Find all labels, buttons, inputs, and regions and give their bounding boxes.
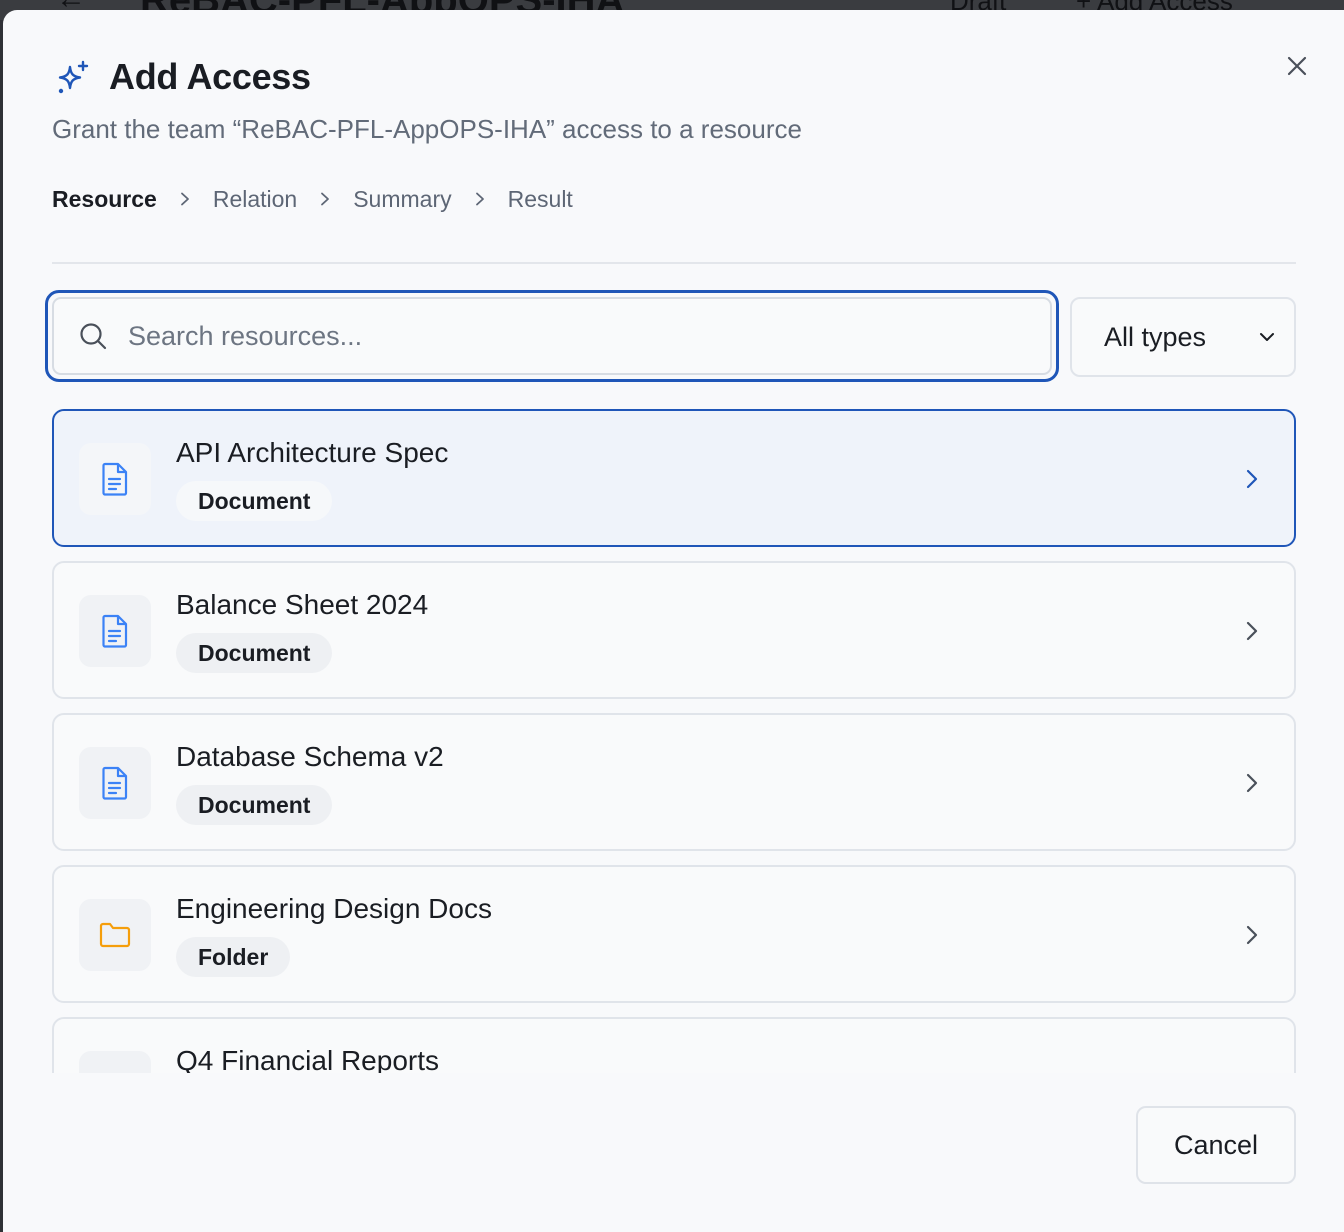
search-icon	[80, 323, 107, 350]
resource-type-badge: Document	[176, 481, 333, 521]
document-icon	[102, 614, 128, 648]
resource-type-badge: Folder	[176, 937, 291, 977]
resource-thumb	[79, 747, 151, 819]
step-relation: Relation	[212, 185, 298, 212]
add-access-dialog: Add Access Grant the team “ReBAC-PFL-App…	[3, 10, 1344, 1232]
resource-item-balance-sheet-2024[interactable]: Balance Sheet 2024 Document	[52, 561, 1296, 699]
search-input[interactable]	[126, 319, 930, 353]
chevron-down-icon	[1260, 333, 1274, 341]
chevron-right-icon	[470, 189, 490, 209]
type-filter-select[interactable]: All types	[1070, 297, 1296, 377]
chevron-right-icon	[1246, 621, 1258, 641]
step-summary: Summary	[353, 185, 452, 212]
resource-name: Balance Sheet 2024	[176, 589, 429, 620]
resource-item-q4-financial-reports[interactable]: Q4 Financial Reports	[52, 1017, 1296, 1073]
header-divider	[52, 262, 1296, 264]
chevron-right-icon	[1246, 925, 1258, 945]
resource-list: API Architecture Spec Document Balance S…	[52, 409, 1296, 1073]
resource-item-api-architecture-spec[interactable]: API Architecture Spec Document	[52, 409, 1296, 547]
type-filter-value: All types	[1104, 321, 1207, 352]
resource-thumb	[79, 1051, 151, 1073]
resource-item-engineering-design-docs[interactable]: Engineering Design Docs Folder	[52, 865, 1296, 1003]
step-resource: Resource	[52, 185, 157, 212]
wizard-steps: Resource Relation Summary Result	[52, 182, 573, 216]
search-field	[45, 290, 1059, 382]
resource-type-badge: Document	[176, 785, 333, 825]
resource-type-badge: Document	[176, 633, 333, 673]
dialog-subtitle: Grant the team “ReBAC-PFL-AppOPS-IHA” ac…	[52, 114, 802, 144]
resource-name: Database Schema v2	[176, 741, 444, 772]
search-box[interactable]	[52, 297, 1052, 375]
resource-thumb	[79, 595, 151, 667]
resource-name: Engineering Design Docs	[176, 893, 492, 924]
sparkles-icon	[58, 60, 89, 94]
folder-icon	[99, 922, 131, 948]
close-icon	[1287, 56, 1307, 76]
chevron-right-icon	[175, 189, 195, 209]
chevron-right-icon	[315, 189, 335, 209]
resource-item-database-schema-v2[interactable]: Database Schema v2 Document	[52, 713, 1296, 851]
dialog-title: Add Access	[109, 56, 311, 97]
resource-thumb	[79, 899, 151, 971]
document-icon	[102, 766, 128, 800]
document-icon	[102, 462, 128, 496]
cancel-button[interactable]: Cancel	[1136, 1106, 1296, 1184]
step-result: Result	[507, 185, 573, 212]
close-button[interactable]	[1279, 48, 1315, 84]
chevron-right-icon	[1246, 469, 1258, 489]
chevron-right-icon	[1246, 773, 1258, 793]
resource-name: API Architecture Spec	[176, 437, 449, 468]
resource-thumb	[79, 443, 151, 515]
resource-name: Q4 Financial Reports	[176, 1045, 440, 1073]
